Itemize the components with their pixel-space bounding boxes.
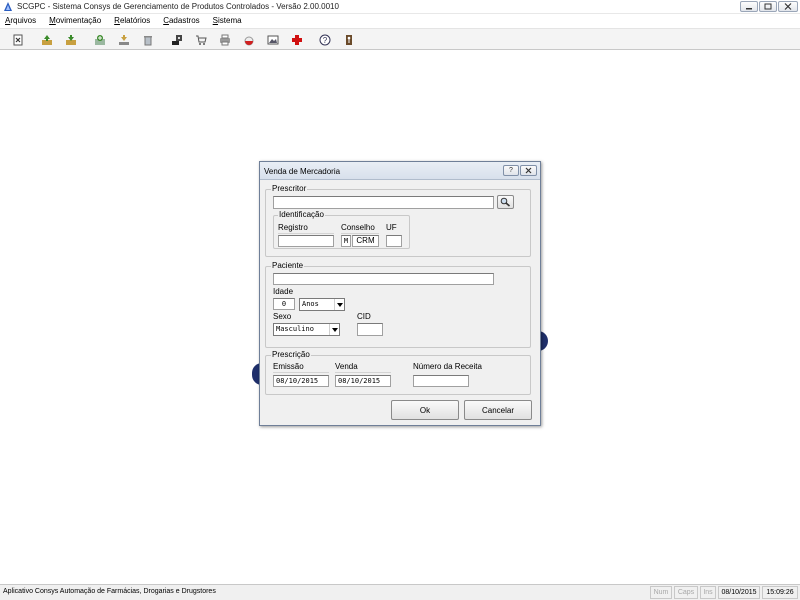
menu-relatorios[interactable]: Relatórios: [114, 16, 150, 25]
idade-unit-value: Anos: [302, 300, 319, 308]
num-lock-indicator: Num: [650, 586, 672, 599]
caps-lock-indicator: Caps: [674, 586, 698, 599]
menu-bar: Arquivos Movimentação Relatórios Cadastr…: [0, 14, 800, 27]
idade-label: Idade: [273, 287, 294, 296]
window-title: SCGPC - Sistema Consys de Gerenciamento …: [17, 2, 339, 11]
dialog-close-button[interactable]: [520, 165, 537, 176]
pill-icon: [244, 36, 254, 46]
sexo-label: Sexo: [273, 312, 292, 321]
exit-icon: [346, 35, 352, 45]
prescricao-label: Prescrição: [271, 350, 311, 359]
cid-input[interactable]: [357, 323, 383, 336]
menu-movimentacao[interactable]: Movimentação: [49, 16, 101, 25]
exit-button[interactable]: [342, 33, 356, 47]
entry-button[interactable]: [40, 33, 54, 47]
emissao-underline: [273, 372, 329, 373]
delete-button[interactable]: [141, 33, 155, 47]
cancel-button[interactable]: Cancelar: [464, 400, 532, 420]
paciente-name-input[interactable]: [273, 273, 494, 285]
uf-input[interactable]: [386, 235, 402, 247]
sexo-select[interactable]: Masculino: [273, 323, 340, 336]
cart-button[interactable]: [194, 33, 208, 47]
status-time: 15:09:26: [762, 586, 798, 599]
conselho-underline: [341, 233, 379, 234]
search-icon: [500, 197, 511, 207]
chevron-down-icon: [329, 324, 339, 335]
window-controls: [740, 1, 798, 13]
close-icon: [525, 167, 532, 174]
menu-cadastros[interactable]: Cadastros: [163, 16, 199, 25]
chevron-down-icon: [334, 299, 344, 310]
idade-unit-select[interactable]: Anos: [299, 298, 345, 311]
maximize-icon: [764, 3, 772, 10]
close-button[interactable]: [778, 1, 798, 12]
image-button[interactable]: [266, 33, 280, 47]
cid-label: CID: [357, 312, 371, 321]
prescritor-search-button[interactable]: [497, 195, 514, 209]
idade-input[interactable]: 0: [273, 298, 295, 310]
emissao-label: Emissão: [273, 362, 304, 371]
maximize-button[interactable]: [759, 1, 777, 12]
dialog-title-bar: Venda de Mercadoria ?: [260, 162, 540, 180]
numero-receita-input[interactable]: [413, 375, 469, 387]
minimize-icon: [746, 7, 752, 9]
sexo-value: Masculino: [276, 325, 314, 333]
toolbar: ?: [0, 28, 800, 50]
trash-icon: [144, 36, 152, 46]
prescritor-name-input[interactable]: [273, 196, 494, 209]
red-cross-icon: [292, 35, 302, 45]
conselho-input[interactable]: CRM: [352, 235, 379, 247]
stamp-icon: [172, 35, 182, 45]
dialog-title: Venda de Mercadoria: [264, 167, 341, 176]
numero-receita-label: Número da Receita: [413, 362, 482, 371]
registro-input[interactable]: [278, 235, 334, 247]
status-date: 08/10/2015: [718, 586, 760, 599]
app-logo-icon: [4, 2, 12, 11]
emissao-input[interactable]: 08/10/2015: [273, 375, 329, 387]
svg-text:?: ?: [323, 36, 328, 45]
red-cross-button[interactable]: [290, 33, 304, 47]
paciente-label: Paciente: [271, 261, 305, 270]
registro-label: Registro: [278, 223, 308, 232]
status-bar: Aplicativo Consys Automação de Farmácias…: [0, 584, 800, 600]
close-file-icon: [13, 34, 23, 46]
close-file-button[interactable]: [11, 33, 25, 47]
add-exit-icon: [66, 35, 76, 45]
uf-label: UF: [386, 223, 397, 232]
identificacao-label: Identificação: [278, 210, 325, 219]
dialog-help-button[interactable]: ?: [503, 165, 519, 176]
ok-button[interactable]: Ok: [391, 400, 459, 420]
pill-button[interactable]: [242, 33, 256, 47]
close-icon: [784, 3, 792, 10]
title-bar: SCGPC - Sistema Consys de Gerenciamento …: [0, 0, 800, 14]
menu-arquivos[interactable]: Arquivos: [5, 16, 36, 25]
registro-underline: [278, 233, 334, 234]
venda-underline: [335, 372, 391, 373]
download-button[interactable]: [117, 33, 131, 47]
venda-input[interactable]: 08/10/2015: [335, 375, 391, 387]
minimize-button[interactable]: [740, 1, 758, 12]
download-icon: [119, 35, 129, 45]
cart-icon: [196, 35, 207, 45]
status-text: Aplicativo Consys Automação de Farmácias…: [3, 588, 216, 595]
image-icon: [267, 35, 279, 45]
help-icon: ?: [319, 34, 331, 46]
insert-indicator: Ins: [700, 586, 716, 599]
help-icon: ?: [509, 167, 513, 174]
exit-movement-button[interactable]: [64, 33, 78, 47]
add-record-button[interactable]: [93, 33, 107, 47]
add-record-icon: [95, 35, 105, 45]
add-entry-icon: [42, 35, 52, 45]
conselho-code-input[interactable]: M: [341, 235, 351, 247]
stamp-button[interactable]: [170, 33, 184, 47]
conselho-label: Conselho: [341, 223, 375, 232]
prescritor-label: Prescritor: [271, 184, 308, 193]
sale-dialog: Venda de Mercadoria ? Prescritor Identif…: [259, 161, 541, 426]
venda-label: Venda: [335, 362, 358, 371]
help-button[interactable]: ?: [318, 33, 332, 47]
print-icon: [220, 34, 230, 46]
menu-sistema[interactable]: Sistema: [213, 16, 242, 25]
print-button[interactable]: [218, 33, 232, 47]
